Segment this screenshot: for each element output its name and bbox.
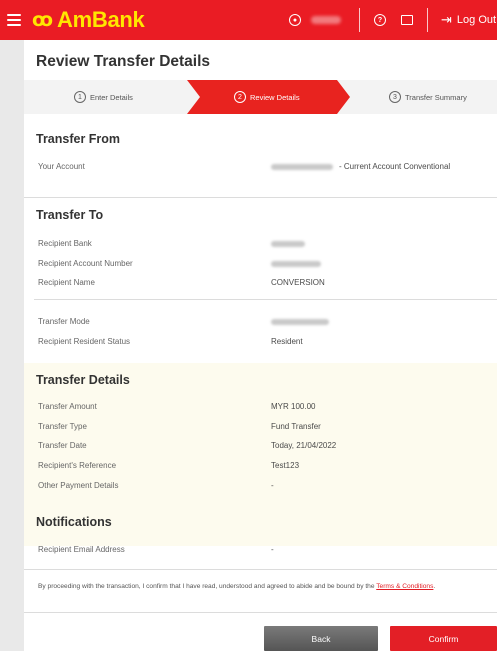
transfer-type-label: Transfer Type [38, 422, 87, 431]
chat-icon[interactable] [400, 13, 414, 27]
topbar-actions: ● ? ⇥ Log Out [288, 0, 496, 40]
recipient-resident-status-label: Recipient Resident Status [38, 337, 131, 346]
recipient-email-label: Recipient Email Address [38, 545, 125, 554]
your-account-value: - Current Account Conventional [271, 162, 450, 171]
section-title-transfer-to: Transfer To [36, 208, 104, 222]
step-enter-details: 1 Enter Details [74, 80, 133, 114]
confirm-button[interactable]: Confirm [390, 626, 497, 651]
menu-icon[interactable] [7, 14, 21, 26]
step-label: Enter Details [90, 92, 133, 102]
user-icon[interactable]: ● [288, 13, 302, 27]
section-title-transfer-from: Transfer From [36, 132, 121, 146]
transfer-amount-value: MYR 100.00 [271, 402, 316, 411]
transfer-amount-label: Transfer Amount [38, 402, 97, 411]
ambank-logo[interactable]: ꝏ AmBank [32, 7, 145, 33]
transfer-date-value: Today, 21/04/2022 [271, 441, 337, 450]
disclaimer-end: . [433, 583, 436, 590]
back-button[interactable]: Back [264, 626, 378, 651]
recipient-reference-label: Recipient's Reference [38, 461, 117, 470]
progress-stepper: 1 Enter Details 2 Review Details 3 Trans… [24, 80, 497, 114]
topbar-divider [427, 8, 428, 32]
step-transfer-summary: 3 Transfer Summary [389, 80, 467, 114]
recipient-name-label: Recipient Name [38, 278, 95, 287]
transfer-mode-value [271, 317, 329, 326]
topbar-divider [359, 8, 360, 32]
transfer-date-label: Transfer Date [38, 441, 87, 450]
recipient-account-number-label: Recipient Account Number [38, 259, 133, 268]
terms-conditions-link[interactable]: Terms & Conditions [376, 583, 433, 590]
recipient-name-value: CONVERSION [271, 278, 325, 287]
account-number-redacted [271, 163, 333, 170]
section-divider [34, 299, 497, 300]
terms-disclaimer: By proceeding with the transaction, I co… [38, 583, 488, 592]
ambank-logo-text: AmBank [57, 7, 145, 32]
help-icon[interactable]: ? [373, 13, 387, 27]
recipient-bank-label: Recipient Bank [38, 239, 92, 248]
section-title-transfer-details: Transfer Details [36, 373, 130, 387]
step-number: 1 [74, 91, 86, 103]
review-panel: Review Transfer Details 1 Enter Details … [24, 40, 497, 651]
recipient-account-number-value [271, 259, 321, 268]
user-name-redacted [311, 16, 341, 24]
disclaimer-text: By proceeding with the transaction, I co… [38, 583, 377, 590]
other-payment-details-value: - [271, 481, 274, 490]
transfer-mode-label: Transfer Mode [38, 317, 90, 326]
page-title: Review Transfer Details [36, 53, 211, 70]
section-divider [24, 612, 497, 613]
step-review-details: 2 Review Details [234, 80, 300, 114]
section-divider [24, 197, 497, 198]
section-divider [24, 569, 497, 570]
logout-label: Log Out [456, 14, 497, 26]
step-number: 2 [234, 91, 246, 103]
logout-button[interactable]: ⇥ Log Out [441, 12, 496, 28]
other-payment-details-label: Other Payment Details [38, 481, 119, 490]
ambank-logo-mark: ꝏ [32, 9, 53, 31]
logout-icon: ⇥ [441, 12, 452, 27]
recipient-resident-status-value: Resident [271, 337, 303, 346]
account-type-text: - Current Account Conventional [339, 162, 451, 171]
step-label: Review Details [250, 92, 300, 102]
recipient-email-value: - [271, 545, 274, 554]
step-number: 3 [389, 91, 401, 103]
your-account-label: Your Account [38, 162, 85, 171]
top-navigation-bar: ꝏ AmBank ● ? ⇥ Log Out [0, 0, 497, 40]
recipient-reference-value: Test123 [271, 461, 300, 470]
step-label: Transfer Summary [405, 92, 467, 102]
recipient-bank-value [271, 239, 305, 248]
section-title-notifications: Notifications [36, 515, 112, 529]
transfer-type-value: Fund Transfer [271, 422, 321, 431]
